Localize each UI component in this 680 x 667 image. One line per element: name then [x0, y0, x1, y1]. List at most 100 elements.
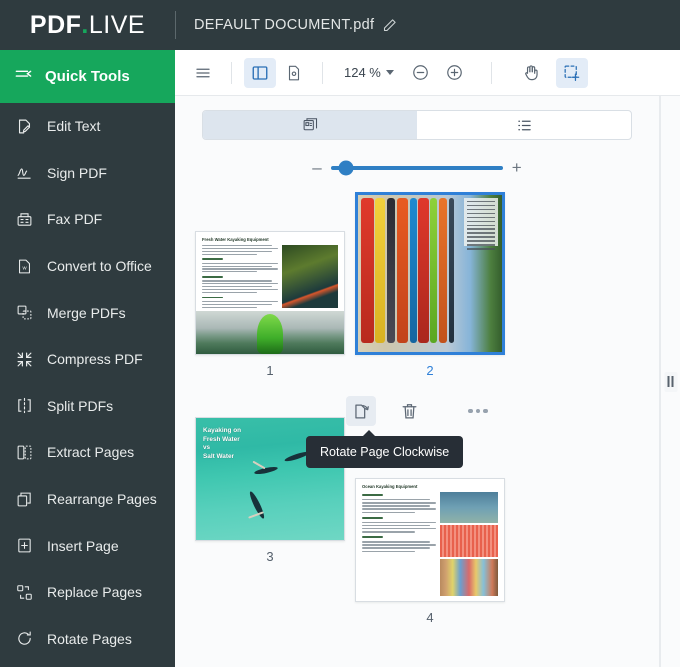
thumbnail-panel: – + Fresh Water Kayaking Equipment 1 2 K…: [175, 96, 660, 667]
trash-icon[interactable]: [394, 396, 424, 426]
zoom-out-icon[interactable]: [405, 58, 437, 88]
rearrange-pages-icon: [14, 489, 34, 509]
sidebar-item-label: Rearrange Pages: [47, 491, 157, 508]
page-1-title: Fresh Water Kayaking Equipment: [202, 237, 269, 242]
sidebar-item-label: Split PDFs: [47, 397, 114, 414]
word-doc-icon: w: [14, 256, 34, 276]
thumbnail-grid-icon[interactable]: [203, 111, 417, 139]
quick-tools-label: Quick Tools: [45, 68, 130, 85]
sidebar-item-replace-pages[interactable]: Replace Pages: [0, 569, 175, 616]
pdf-live-app: PDF. LIVE DEFAULT DOCUMENT.pdf Quick Too…: [0, 0, 680, 667]
document-title: DEFAULT DOCUMENT.pdf: [194, 17, 375, 33]
sidebar-item-label: Compress PDF: [47, 351, 143, 368]
slider-knob[interactable]: [338, 160, 354, 175]
page-4-photos: [440, 492, 498, 596]
toolbar-divider: [231, 61, 232, 84]
rotate-pages-icon: [14, 629, 34, 649]
zoom-level-dropdown[interactable]: 124 %: [335, 60, 403, 85]
more-options-icon[interactable]: [468, 408, 488, 414]
zoom-controls: 124 %: [335, 58, 471, 88]
sidebar-item-insert-page[interactable]: Insert Page: [0, 522, 175, 569]
sidebar-item-quick-tools[interactable]: Quick Tools: [0, 50, 175, 103]
chevron-down-icon: [385, 70, 394, 75]
sidebar-item-split-pdfs[interactable]: Split PDFs: [0, 383, 175, 430]
slider-increase-icon[interactable]: +: [512, 159, 522, 176]
page-thumbnail[interactable]: Ocean Kayaking Equipment: [355, 478, 505, 602]
sidebar-item-compress-pdf[interactable]: Compress PDF: [0, 336, 175, 383]
sidebar-item-label: Edit Text: [47, 118, 101, 135]
brand-part-live: LIVE: [88, 10, 146, 39]
brand-dot: .: [81, 10, 89, 39]
page-1-photo: [282, 245, 338, 308]
sidebar-item-extract-pages[interactable]: Extract Pages: [0, 429, 175, 476]
extract-pages-icon: [14, 442, 34, 462]
page-cell-selected: 2: [355, 192, 505, 378]
panel-wrap: – + Fresh Water Kayaking Equipment 1 2 K…: [175, 96, 680, 667]
page-number: 4: [426, 610, 434, 625]
svg-text:w: w: [21, 265, 27, 271]
page-number: 1: [266, 363, 274, 378]
sidebar-item-label: Extract Pages: [47, 444, 135, 461]
hamburger-menu-icon[interactable]: [187, 58, 219, 88]
body-row: Quick Tools Edit Text Sign PDF Fax PDF w…: [0, 50, 680, 667]
page-thumbnail-selected[interactable]: [355, 192, 505, 355]
sidebar-item-label: Convert to Office: [47, 258, 152, 275]
panel-resize-handle-icon[interactable]: [664, 371, 677, 392]
sidebar-item-label: Merge PDFs: [47, 304, 126, 321]
sidebar-item-convert-to-office[interactable]: w Convert to Office: [0, 243, 175, 290]
hand-pan-icon[interactable]: [516, 58, 548, 88]
marquee-select-icon[interactable]: [555, 57, 588, 88]
page-thumbnail-grid: Fresh Water Kayaking Equipment 1 2 Kayak…: [195, 192, 639, 667]
zoom-in-icon[interactable]: [439, 58, 471, 88]
page-1-text: [202, 245, 278, 308]
sidebar-item-fax-pdf[interactable]: Fax PDF: [0, 196, 175, 243]
page-4-columns: [362, 492, 498, 596]
page-number: 3: [266, 549, 274, 564]
sidebar-item-label: Insert Page: [47, 537, 119, 554]
document-toolbar: 124 %: [175, 50, 680, 96]
side-panel-icon[interactable]: [244, 57, 276, 88]
thumbnail-size-slider[interactable]: [330, 160, 503, 175]
fax-icon: [14, 209, 34, 229]
sidebar-item-label: Sign PDF: [47, 164, 107, 181]
document-title-group: DEFAULT DOCUMENT.pdf: [194, 17, 397, 33]
rotate-clockwise-icon[interactable]: [346, 396, 377, 426]
header-divider: [175, 11, 176, 39]
sidebar-item-sign-pdf[interactable]: Sign PDF: [0, 150, 175, 197]
sidebar-item-label: Rotate Pages: [47, 630, 132, 647]
page-4-text: [362, 492, 436, 596]
top-bar: PDF. LIVE DEFAULT DOCUMENT.pdf: [0, 0, 680, 50]
rotate-tooltip: Rotate Page Clockwise: [306, 430, 464, 468]
collapse-menu-icon: [14, 65, 33, 88]
page-4-title: Ocean Kayaking Equipment: [362, 484, 418, 489]
sidebar-item-rearrange-pages[interactable]: Rearrange Pages: [0, 476, 175, 523]
compress-icon: [14, 349, 34, 369]
signature-icon: [14, 163, 34, 183]
right-rail: [660, 96, 680, 667]
view-mode-toggle: [202, 110, 632, 140]
page-settings-icon[interactable]: [278, 58, 310, 88]
page-4-render: Ocean Kayaking Equipment: [356, 479, 504, 601]
sidebar-item-merge-pdfs[interactable]: Merge PDFs: [0, 289, 175, 336]
insert-page-icon: [14, 536, 34, 556]
sidebar-item-edit-text[interactable]: Edit Text: [0, 103, 175, 150]
main-area: 124 % – + Fresh Water Kayaking Equipment…: [175, 50, 680, 667]
zoom-level-value: 124 %: [344, 65, 381, 80]
page-2-render: [358, 195, 502, 352]
sidebar-item-rotate-pages[interactable]: Rotate Pages: [0, 616, 175, 663]
slider-decrease-icon[interactable]: –: [312, 159, 321, 176]
edit-text-icon: [14, 116, 34, 136]
list-view-icon[interactable]: [417, 111, 631, 139]
page-thumbnail[interactable]: Fresh Water Kayaking Equipment: [195, 231, 345, 355]
toolbar-divider: [490, 61, 492, 84]
brand-logo[interactable]: PDF. LIVE: [0, 0, 175, 50]
page-3-title: Kayaking on Fresh Water vs Salt Water: [203, 427, 241, 460]
sidebar: Quick Tools Edit Text Sign PDF Fax PDF w…: [0, 50, 175, 667]
page-number-selected: 2: [426, 363, 434, 378]
pencil-icon[interactable]: [382, 18, 397, 33]
merge-icon: [14, 303, 34, 323]
page-1-kayak-photo: [196, 310, 344, 354]
page-1-render: Fresh Water Kayaking Equipment: [196, 232, 344, 354]
page-2-text-block: [464, 198, 498, 250]
page-cell: Ocean Kayaking Equipment 4: [355, 478, 505, 625]
